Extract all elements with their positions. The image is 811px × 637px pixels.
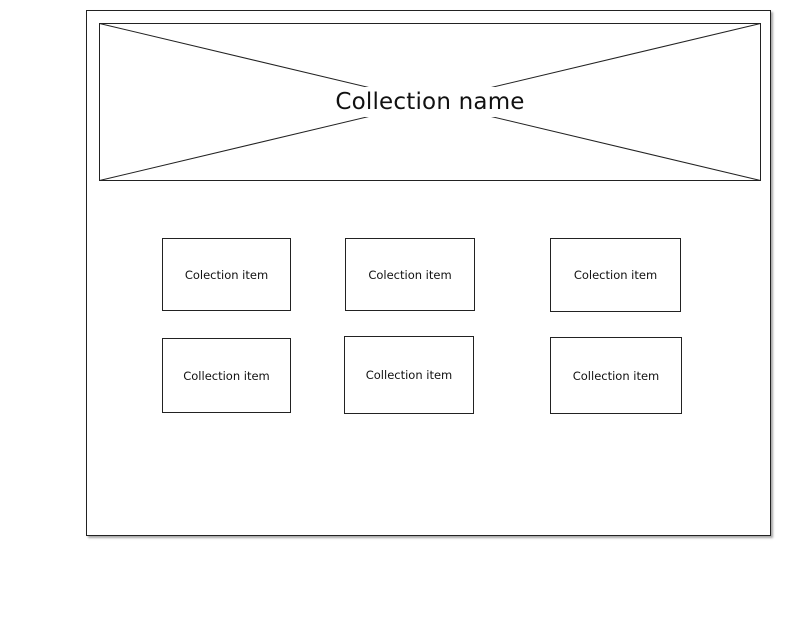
collection-item-label: Collection item	[365, 368, 453, 382]
collection-item-card[interactable]: Collection item	[162, 338, 291, 413]
collection-item-card[interactable]: Collection item	[550, 337, 682, 414]
collection-item-label: Colection item	[184, 267, 269, 282]
collection-item-label: Colection item	[573, 268, 658, 282]
collection-item-card[interactable]: Colection item	[345, 238, 475, 311]
collection-item-card[interactable]: Collection item	[344, 336, 474, 414]
collection-item-label: Collection item	[183, 368, 270, 383]
collection-item-label: Colection item	[368, 267, 452, 282]
collection-item-card[interactable]: Colection item	[550, 238, 681, 312]
image-placeholder-icon	[99, 23, 761, 181]
collection-item-card[interactable]: Colection item	[162, 238, 291, 311]
collection-hero-image-placeholder: Collection name	[99, 23, 761, 181]
collection-item-label: Collection item	[572, 368, 660, 383]
